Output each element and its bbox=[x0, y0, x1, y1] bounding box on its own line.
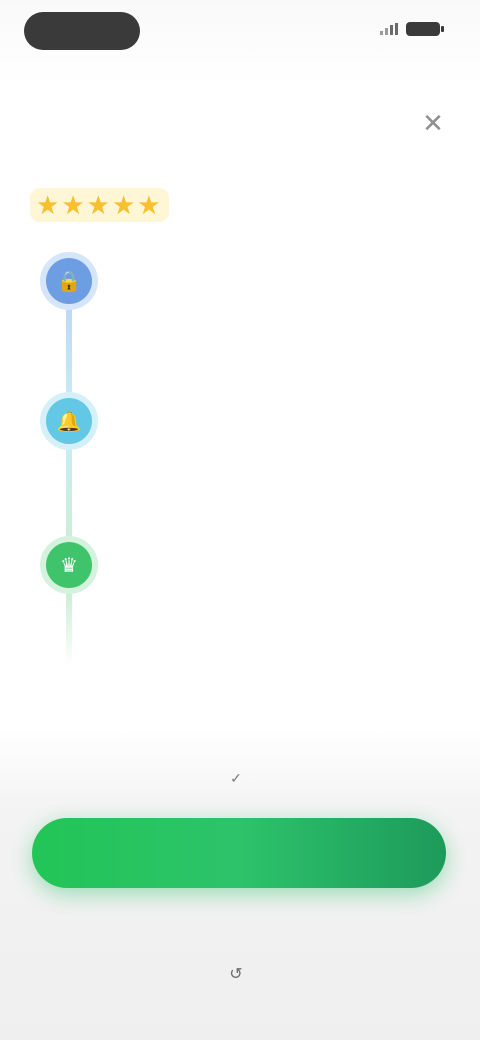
restore-icon: ↺ bbox=[229, 966, 243, 983]
step-body bbox=[110, 400, 410, 406]
step-body bbox=[110, 544, 410, 550]
trial-timeline: 🔒 🔔 ♛ bbox=[0, 250, 480, 670]
dynamic-island bbox=[24, 12, 140, 50]
star-icon: ★ bbox=[137, 190, 161, 220]
battery-icon bbox=[406, 22, 444, 36]
start-trial-button[interactable] bbox=[32, 818, 446, 888]
star-icon: ★ bbox=[61, 190, 85, 220]
restore-purchases-button[interactable]: ↺ bbox=[140, 952, 340, 996]
close-button[interactable]: ✕ bbox=[418, 108, 448, 138]
timeline-connector bbox=[66, 446, 72, 542]
lock-icon: 🔒 bbox=[46, 258, 92, 304]
paywall-screen: ✕ ★ ★ ★ ★ ★ 🔒 🔔 ♛ ✓ ↺ bbox=[0, 0, 480, 1040]
check-icon: ✓ bbox=[230, 770, 242, 786]
step-body bbox=[110, 260, 410, 266]
signal-icon bbox=[380, 23, 398, 35]
star-icon: ★ bbox=[86, 190, 110, 220]
bell-icon: 🔔 bbox=[46, 398, 92, 444]
star-rating: ★ ★ ★ ★ ★ bbox=[30, 188, 169, 222]
star-icon: ★ bbox=[111, 190, 136, 220]
no-payment-caption: ✓ bbox=[0, 770, 480, 787]
crown-icon: ♛ bbox=[46, 542, 92, 588]
rating-caption bbox=[183, 197, 191, 214]
star-icon: ★ bbox=[36, 190, 60, 220]
status-icons bbox=[380, 22, 444, 36]
rating-row: ★ ★ ★ ★ ★ bbox=[30, 188, 440, 222]
status-bar bbox=[0, 0, 480, 60]
timeline-connector bbox=[66, 586, 72, 666]
timeline-connector bbox=[66, 296, 72, 406]
close-icon: ✕ bbox=[422, 108, 444, 138]
